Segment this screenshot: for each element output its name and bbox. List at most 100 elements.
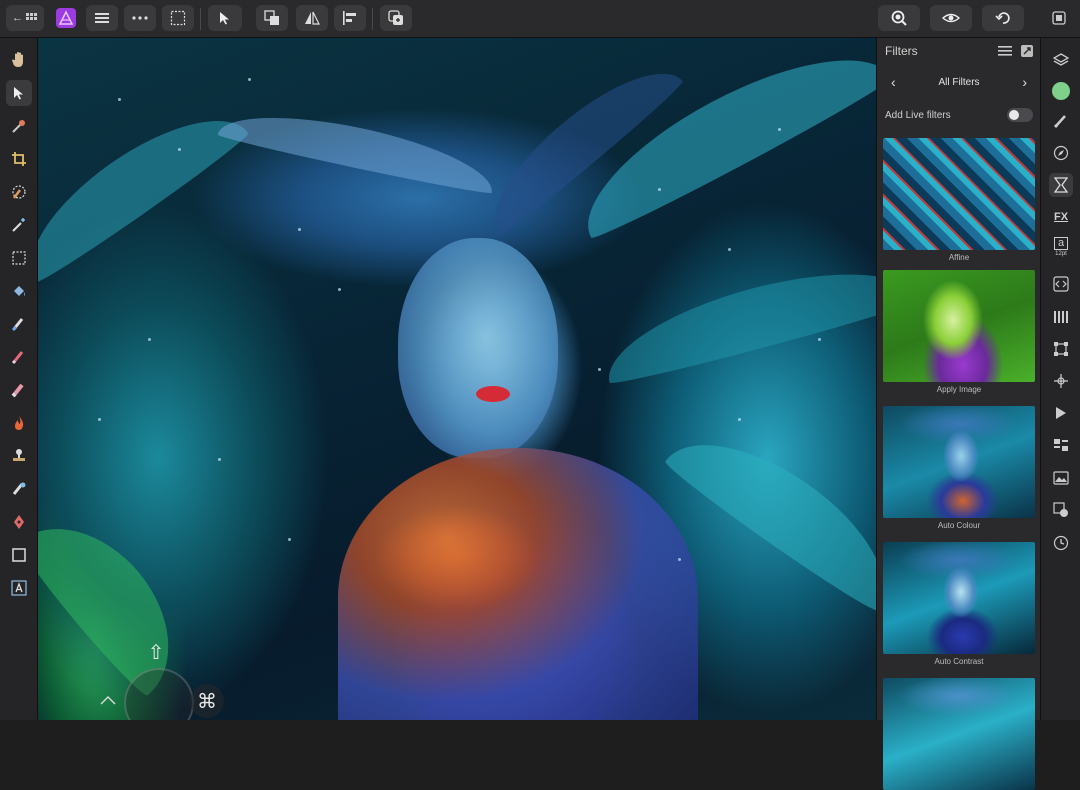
live-filters-toggle[interactable]: [1007, 108, 1033, 122]
brushes-studio-button[interactable]: [1049, 109, 1073, 133]
arrange-icon: [264, 10, 279, 25]
fullscreen-button[interactable]: [1046, 5, 1072, 31]
move-tool-button[interactable]: [208, 5, 242, 31]
pin-icon: [1021, 45, 1033, 57]
filters-studio-button[interactable]: [1049, 173, 1073, 197]
shift-icon: ⇧: [147, 641, 165, 664]
erase-tool[interactable]: [6, 377, 32, 403]
paint-brush-tool[interactable]: [6, 311, 32, 337]
leaf-shape: [38, 88, 252, 288]
filters-icon: [1054, 177, 1068, 193]
transform-studio-button[interactable]: [1049, 337, 1073, 361]
filter-item-auto-contrast[interactable]: Auto Contrast: [883, 542, 1035, 666]
move-tool-icon: [220, 12, 229, 25]
filter-thumbnail: [883, 270, 1035, 382]
selection-brush-tool[interactable]: [6, 179, 32, 205]
paintbrush-icon: [11, 318, 24, 332]
assets-icon: [1053, 502, 1068, 517]
adjustments-studio-button[interactable]: [1049, 433, 1073, 457]
color-studio-button[interactable]: [1049, 79, 1073, 103]
toolbar-divider: [372, 8, 373, 30]
fx-studio-button[interactable]: FX: [1049, 205, 1073, 229]
pen-icon: [14, 515, 24, 529]
hand-icon: [12, 52, 23, 67]
text-tool[interactable]: [6, 575, 32, 601]
leaf-shape: [38, 495, 203, 701]
view-button[interactable]: [930, 5, 972, 31]
assets-studio-button[interactable]: [1049, 498, 1073, 522]
collapse-chevron-button[interactable]: [96, 688, 120, 712]
color-picker-tool[interactable]: [6, 113, 32, 139]
photo-persona-icon: [56, 8, 76, 28]
command-modifier-button[interactable]: ⌘: [190, 684, 224, 718]
grid-icon: [26, 13, 37, 20]
view-icon: [941, 13, 961, 23]
channels-studio-button[interactable]: [1049, 305, 1073, 329]
filter-item-auto-colour[interactable]: Auto Colour: [883, 406, 1035, 530]
image-icon: [1053, 471, 1069, 485]
panel-title: Filters: [885, 44, 918, 58]
rectangle-tool[interactable]: [6, 542, 32, 568]
zoom-icon: [891, 10, 907, 26]
navigator-icon: [1053, 145, 1069, 161]
marquee-tool[interactable]: [6, 245, 32, 271]
flip-icon: [305, 11, 320, 25]
menu-button[interactable]: [86, 5, 118, 31]
character-icon: a: [1054, 237, 1068, 250]
flood-fill-tool[interactable]: [6, 278, 32, 304]
chevron-up-icon: [100, 696, 116, 705]
filter-item-apply-image[interactable]: Apply Image: [883, 270, 1035, 394]
history-button[interactable]: [982, 5, 1024, 31]
live-filters-row: Add Live filters: [885, 106, 1033, 124]
filter-item-next[interactable]: [883, 678, 1035, 790]
stock-studio-button[interactable]: [1049, 466, 1073, 490]
zoom-button[interactable]: [878, 5, 920, 31]
pixel-tool[interactable]: [6, 344, 32, 370]
filter-label: Affine: [948, 253, 970, 262]
filter-label: Auto Colour: [937, 521, 981, 530]
selection-icon: [170, 10, 186, 26]
flood-select-tool[interactable]: [6, 212, 32, 238]
layers-studio-button[interactable]: [1049, 48, 1073, 72]
character-studio-button[interactable]: a 12pt: [1049, 235, 1073, 259]
dodge-burn-tool[interactable]: [6, 410, 32, 436]
crop-tool[interactable]: [6, 146, 32, 172]
back-button[interactable]: ←: [6, 5, 44, 31]
more-button[interactable]: [124, 5, 156, 31]
retouch-tool[interactable]: [6, 476, 32, 502]
back-arrow-icon: ←: [12, 12, 23, 24]
navigator-studio-button[interactable]: [1049, 141, 1073, 165]
panel-pin-button[interactable]: [1019, 43, 1035, 59]
next-category-button[interactable]: ›: [1022, 74, 1027, 90]
snapping-studio-button[interactable]: [1049, 369, 1073, 393]
magic-wand-icon: [12, 218, 25, 232]
shift-modifier-button[interactable]: ⇧: [142, 638, 170, 666]
hand-tool[interactable]: [6, 46, 32, 72]
arrange-button[interactable]: [256, 5, 288, 31]
adjustments-icon: [1054, 439, 1068, 451]
document-canvas[interactable]: ⇧ ⌘: [38, 38, 876, 720]
filter-category-nav: ‹ All Filters ›: [883, 70, 1035, 94]
macro-studio-button[interactable]: [1049, 401, 1073, 425]
pen-tool[interactable]: [6, 509, 32, 535]
add-layer-button[interactable]: [380, 5, 412, 31]
filter-item-affine[interactable]: Affine: [883, 138, 1035, 262]
more-icon: [132, 16, 148, 20]
clone-tool[interactable]: [6, 443, 32, 469]
align-button[interactable]: [334, 5, 366, 31]
photo-persona-button[interactable]: [52, 5, 80, 31]
flip-button[interactable]: [296, 5, 328, 31]
history-studio-button[interactable]: [1049, 531, 1073, 555]
studio-bar: FX a 12pt: [1040, 38, 1080, 720]
panel-menu-button[interactable]: [997, 43, 1013, 59]
previous-category-button[interactable]: ‹: [891, 74, 896, 90]
filter-thumbnail: [883, 542, 1035, 654]
healing-brush-icon: [12, 482, 26, 495]
selection-button[interactable]: [162, 5, 194, 31]
fx-icon: FX: [1053, 211, 1069, 223]
toolbar-divider: [200, 8, 201, 30]
transform-code-studio-button[interactable]: [1049, 272, 1073, 296]
filter-thumbnail: [883, 138, 1035, 250]
filters-panel: Filters ‹ All Filters › Add Live filters…: [876, 38, 1040, 790]
move-tool[interactable]: [6, 80, 32, 106]
